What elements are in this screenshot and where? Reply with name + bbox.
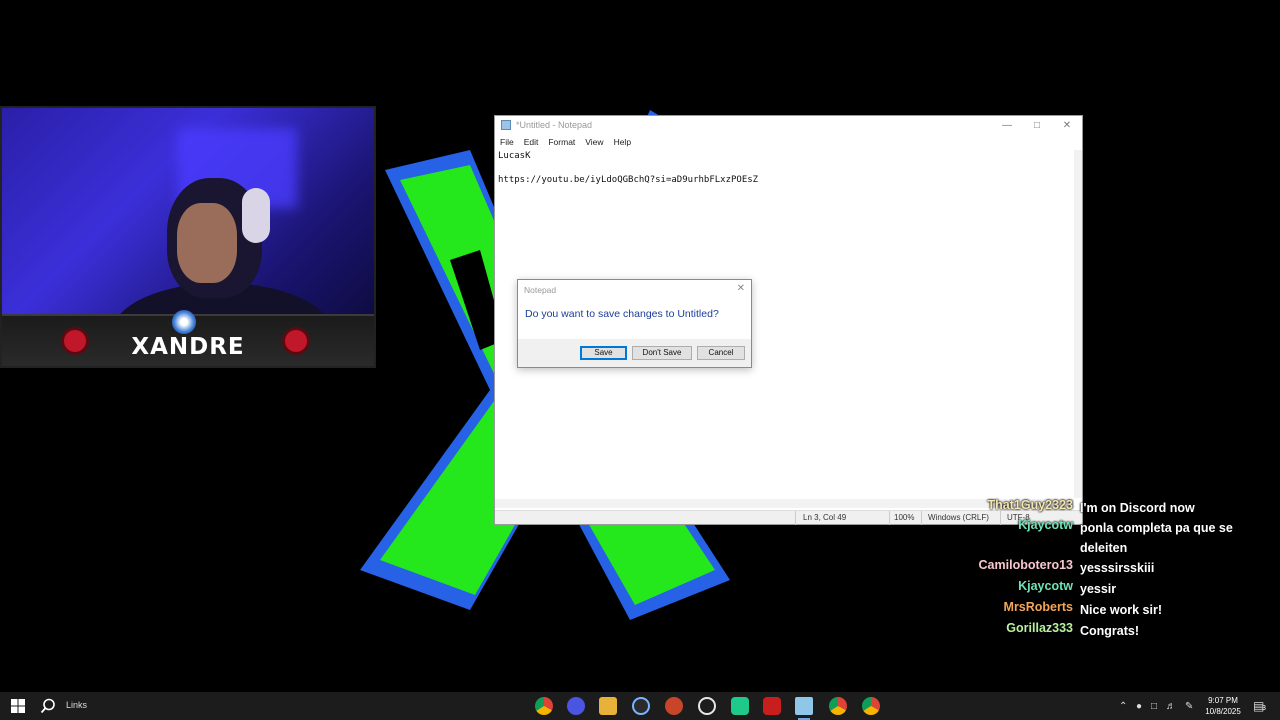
file-explorer-icon[interactable]: [599, 697, 617, 715]
microphone-icon[interactable]: ●: [1136, 701, 1142, 712]
volume-icon[interactable]: ♬: [1166, 701, 1176, 712]
save-changes-dialog[interactable]: Notepad ✕ Do you want to save changes to…: [517, 279, 752, 368]
close-icon[interactable]: ✕: [737, 283, 745, 294]
search-label[interactable]: Links: [66, 700, 87, 710]
notification-count: 3: [1262, 705, 1266, 712]
desktop: XANDRE *Untitled - Notepad — □ ✕ File Ed…: [0, 0, 1280, 692]
chat-text: yessir: [1080, 582, 1117, 596]
status-bar: Ln 3, Col 49 100% Windows (CRLF) UTF-8: [495, 510, 1082, 525]
green-app-icon[interactable]: [731, 697, 749, 715]
chat-username: That1Guy2323: [987, 498, 1073, 512]
notepad-taskbar-icon[interactable]: [795, 697, 813, 720]
chrome-icon[interactable]: [535, 697, 553, 715]
chevron-up-icon[interactable]: ⌃: [1119, 701, 1127, 712]
red-app-icon[interactable]: [763, 697, 781, 715]
davinci-resolve-icon[interactable]: [632, 697, 650, 715]
clock-date: 10/8/2025: [1205, 707, 1241, 716]
chrome-icon[interactable]: [829, 697, 847, 715]
vertical-scrollbar[interactable]: [1074, 150, 1082, 498]
streamer-face: [177, 203, 237, 283]
save-button[interactable]: Save: [580, 346, 627, 360]
chat-text: ponla completa pa que se deleiten: [1080, 521, 1233, 555]
maximize-icon[interactable]: □: [1022, 120, 1052, 131]
text-line: https://youtu.be/iyLdoQGBchQ?si=aD9urhbF…: [498, 175, 759, 185]
headphones: [242, 188, 270, 243]
clock-time: 9:07 PM: [1208, 696, 1238, 705]
clock[interactable]: 9:07 PM 10/8/2025: [1200, 695, 1246, 717]
cursor-position: Ln 3, Col 49: [803, 513, 847, 522]
menu-view[interactable]: View: [585, 137, 603, 147]
network-icon[interactable]: □: [1151, 701, 1157, 712]
webcam-overlay: XANDRE: [0, 106, 376, 368]
chat-text: yesssirsskiii: [1080, 561, 1155, 575]
chat-username: Camilobotero13: [978, 558, 1073, 572]
text-line: [498, 162, 1074, 174]
minimize-icon[interactable]: —: [992, 120, 1022, 131]
dont-save-button[interactable]: Don't Save: [632, 346, 692, 360]
chat-username: Kjaycotw: [1018, 579, 1073, 593]
search-icon[interactable]: [40, 698, 56, 714]
discord-icon[interactable]: [567, 697, 585, 715]
chat-username: MrsRoberts: [1003, 600, 1073, 614]
text-line: LucasK: [498, 151, 531, 161]
chat-text: I'm on Discord now: [1080, 501, 1195, 515]
zoom-level: 100%: [894, 513, 915, 522]
menu-bar: File Edit Format View Help: [495, 134, 1082, 150]
pen-icon[interactable]: ✎: [1185, 701, 1193, 712]
chat-text: Nice work sir!: [1080, 603, 1162, 617]
dialog-title: Notepad: [524, 285, 557, 295]
menu-help[interactable]: Help: [614, 137, 631, 147]
swirl-logo-icon: [172, 310, 196, 334]
menu-edit[interactable]: Edit: [524, 137, 539, 147]
chrome-icon[interactable]: [862, 697, 880, 715]
dialog-message: Do you want to save changes to Untitled?: [525, 308, 719, 320]
shield-app-icon[interactable]: [665, 697, 683, 715]
window-title: *Untitled - Notepad: [516, 120, 593, 130]
chat-text: Congrats!: [1080, 624, 1140, 638]
notepad-titlebar[interactable]: *Untitled - Notepad — □ ✕: [495, 116, 1082, 134]
close-icon[interactable]: ✕: [1052, 120, 1082, 131]
menu-file[interactable]: File: [500, 137, 514, 147]
dialog-button-bar: Save Don't Save Cancel: [518, 339, 751, 367]
taskbar: Links ⌃ ● □ ♬ ✎ 9:07 PM 10/8/2025 ▤ 3: [0, 692, 1280, 720]
notepad-app-icon: [501, 120, 511, 130]
menu-format[interactable]: Format: [548, 137, 575, 147]
chat-username: Kjaycotw: [1018, 518, 1073, 532]
obs-icon[interactable]: [698, 697, 716, 715]
cancel-button[interactable]: Cancel: [697, 346, 745, 360]
chat-username: Gorillaz333: [1006, 621, 1073, 635]
streamer-name: XANDRE: [131, 334, 245, 360]
windows-logo-icon[interactable]: [10, 698, 26, 714]
line-ending: Windows (CRLF): [928, 513, 989, 522]
